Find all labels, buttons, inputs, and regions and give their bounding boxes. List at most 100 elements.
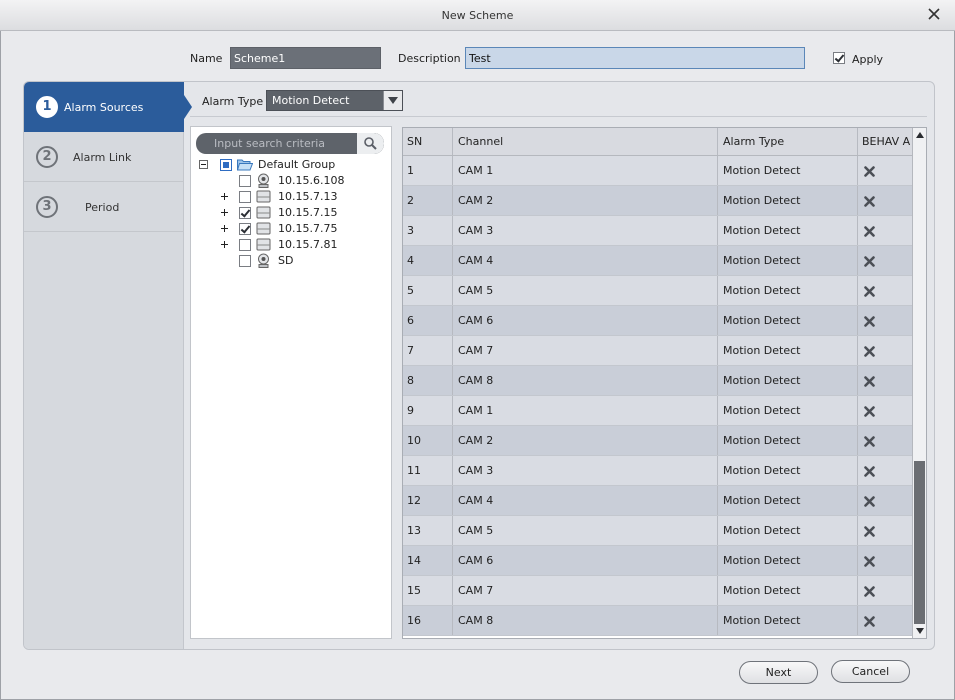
cell-alarm-type: Motion Detect [718,546,858,575]
cell-sn: 3 [403,216,453,245]
delete-icon[interactable] [864,586,875,597]
tree-device-row[interactable]: SD [199,253,389,269]
column-header-channel[interactable]: Channel [453,128,718,155]
delete-icon[interactable] [864,376,875,387]
scroll-down-icon[interactable] [916,628,924,634]
tree-group-row[interactable]: Default Group [199,157,389,173]
delete-icon[interactable] [864,496,875,507]
delete-icon[interactable] [864,526,875,537]
table-row[interactable]: 8 CAM 8 Motion Detect [403,366,913,396]
name-field[interactable] [230,47,381,69]
next-button[interactable]: Next [739,661,818,684]
delete-icon[interactable] [864,406,875,417]
delete-icon[interactable] [864,346,875,357]
table-row[interactable]: 15 CAM 7 Motion Detect [403,576,913,606]
cell-alarm-type: Motion Detect [718,396,858,425]
delete-icon[interactable] [864,196,875,207]
table-row[interactable]: 5 CAM 5 Motion Detect [403,276,913,306]
step-period[interactable]: 3 Period [24,182,184,232]
alarm-sources-table: SN Channel Alarm Type BEHAV A 1 CAM 1 Moti… [402,127,927,639]
delete-icon[interactable] [864,286,875,297]
cell-channel: CAM 1 [453,396,718,425]
device-checkbox[interactable] [239,175,251,187]
cell-channel: CAM 3 [453,216,718,245]
group-checkbox[interactable] [220,159,232,171]
cell-behavior [858,156,913,185]
tree-device-row[interactable]: 10.15.7.75 [199,221,389,237]
cell-alarm-type: Motion Detect [718,366,858,395]
scroll-up-icon[interactable] [916,132,924,138]
table-row[interactable]: 14 CAM 6 Motion Detect [403,546,913,576]
cell-behavior [858,516,913,545]
step-label: Alarm Sources [64,101,144,114]
search-button[interactable] [357,133,384,154]
cell-channel: CAM 4 [453,486,718,515]
delete-icon[interactable] [864,316,875,327]
scroll-thumb[interactable] [914,461,925,624]
description-field[interactable] [465,47,805,69]
table-row[interactable]: 9 CAM 1 Motion Detect [403,396,913,426]
table-row[interactable]: 12 CAM 4 Motion Detect [403,486,913,516]
wizard-steps: 1 Alarm Sources 2 Alarm Link 3 Period [24,82,192,649]
expand-icon[interactable] [220,192,229,201]
delete-icon[interactable] [864,436,875,447]
alarm-type-select[interactable]: Motion Detect [266,90,403,111]
table-row[interactable]: 6 CAM 6 Motion Detect [403,306,913,336]
device-checkbox[interactable] [239,255,251,267]
cell-alarm-type: Motion Detect [718,186,858,215]
cell-sn: 5 [403,276,453,305]
cell-channel: CAM 3 [453,456,718,485]
description-label: Description [398,52,461,65]
cell-channel: CAM 5 [453,276,718,305]
collapse-icon[interactable] [199,160,208,169]
cancel-button[interactable]: Cancel [831,660,910,683]
column-header-behav[interactable]: BEHAV A [858,128,913,155]
column-header-sn[interactable]: SN [403,128,453,155]
cell-alarm-type: Motion Detect [718,606,858,635]
apply-checkbox[interactable] [833,52,845,64]
device-checkbox[interactable] [239,239,251,251]
tree-device-row[interactable]: 10.15.6.108 [199,173,389,189]
cell-behavior [858,276,913,305]
device-checkbox[interactable] [239,191,251,203]
cell-sn: 2 [403,186,453,215]
cell-behavior [858,396,913,425]
table-row[interactable]: 3 CAM 3 Motion Detect [403,216,913,246]
table-row[interactable]: 4 CAM 4 Motion Detect [403,246,913,276]
table-row[interactable]: 16 CAM 8 Motion Detect [403,606,913,636]
delete-icon[interactable] [864,556,875,567]
expand-icon[interactable] [220,208,229,217]
apply-label: Apply [852,53,884,66]
table-row[interactable]: 2 CAM 2 Motion Detect [403,186,913,216]
device-checkbox[interactable] [239,207,251,219]
table-row[interactable]: 10 CAM 2 Motion Detect [403,426,913,456]
device-label: SD [278,254,294,267]
tree-device-row[interactable]: 10.15.7.15 [199,205,389,221]
expand-icon[interactable] [220,224,229,233]
expand-icon[interactable] [220,240,229,249]
cell-sn: 11 [403,456,453,485]
vertical-scrollbar[interactable] [912,128,926,638]
column-header-alarm-type[interactable]: Alarm Type [718,128,858,155]
delete-icon[interactable] [864,616,875,627]
table-row[interactable]: 7 CAM 7 Motion Detect [403,336,913,366]
close-icon[interactable] [927,7,941,21]
cell-alarm-type: Motion Detect [718,336,858,365]
delete-icon[interactable] [864,466,875,477]
step-alarm-link[interactable]: 2 Alarm Link [24,132,184,182]
search-box[interactable]: Input search criteria [196,133,384,154]
delete-icon[interactable] [864,256,875,267]
chevron-down-icon[interactable] [383,91,402,110]
table-row[interactable]: 1 CAM 1 Motion Detect [403,156,913,186]
delete-icon[interactable] [864,166,875,177]
tree-device-row[interactable]: 10.15.7.13 [199,189,389,205]
table-row[interactable]: 11 CAM 3 Motion Detect [403,456,913,486]
device-checkbox[interactable] [239,223,251,235]
tree-device-row[interactable]: 10.15.7.81 [199,237,389,253]
step-alarm-sources[interactable]: 1 Alarm Sources [24,82,192,132]
table-row[interactable]: 13 CAM 5 Motion Detect [403,516,913,546]
cell-channel: CAM 2 [453,186,718,215]
cell-alarm-type: Motion Detect [718,216,858,245]
cell-sn: 10 [403,426,453,455]
delete-icon[interactable] [864,226,875,237]
